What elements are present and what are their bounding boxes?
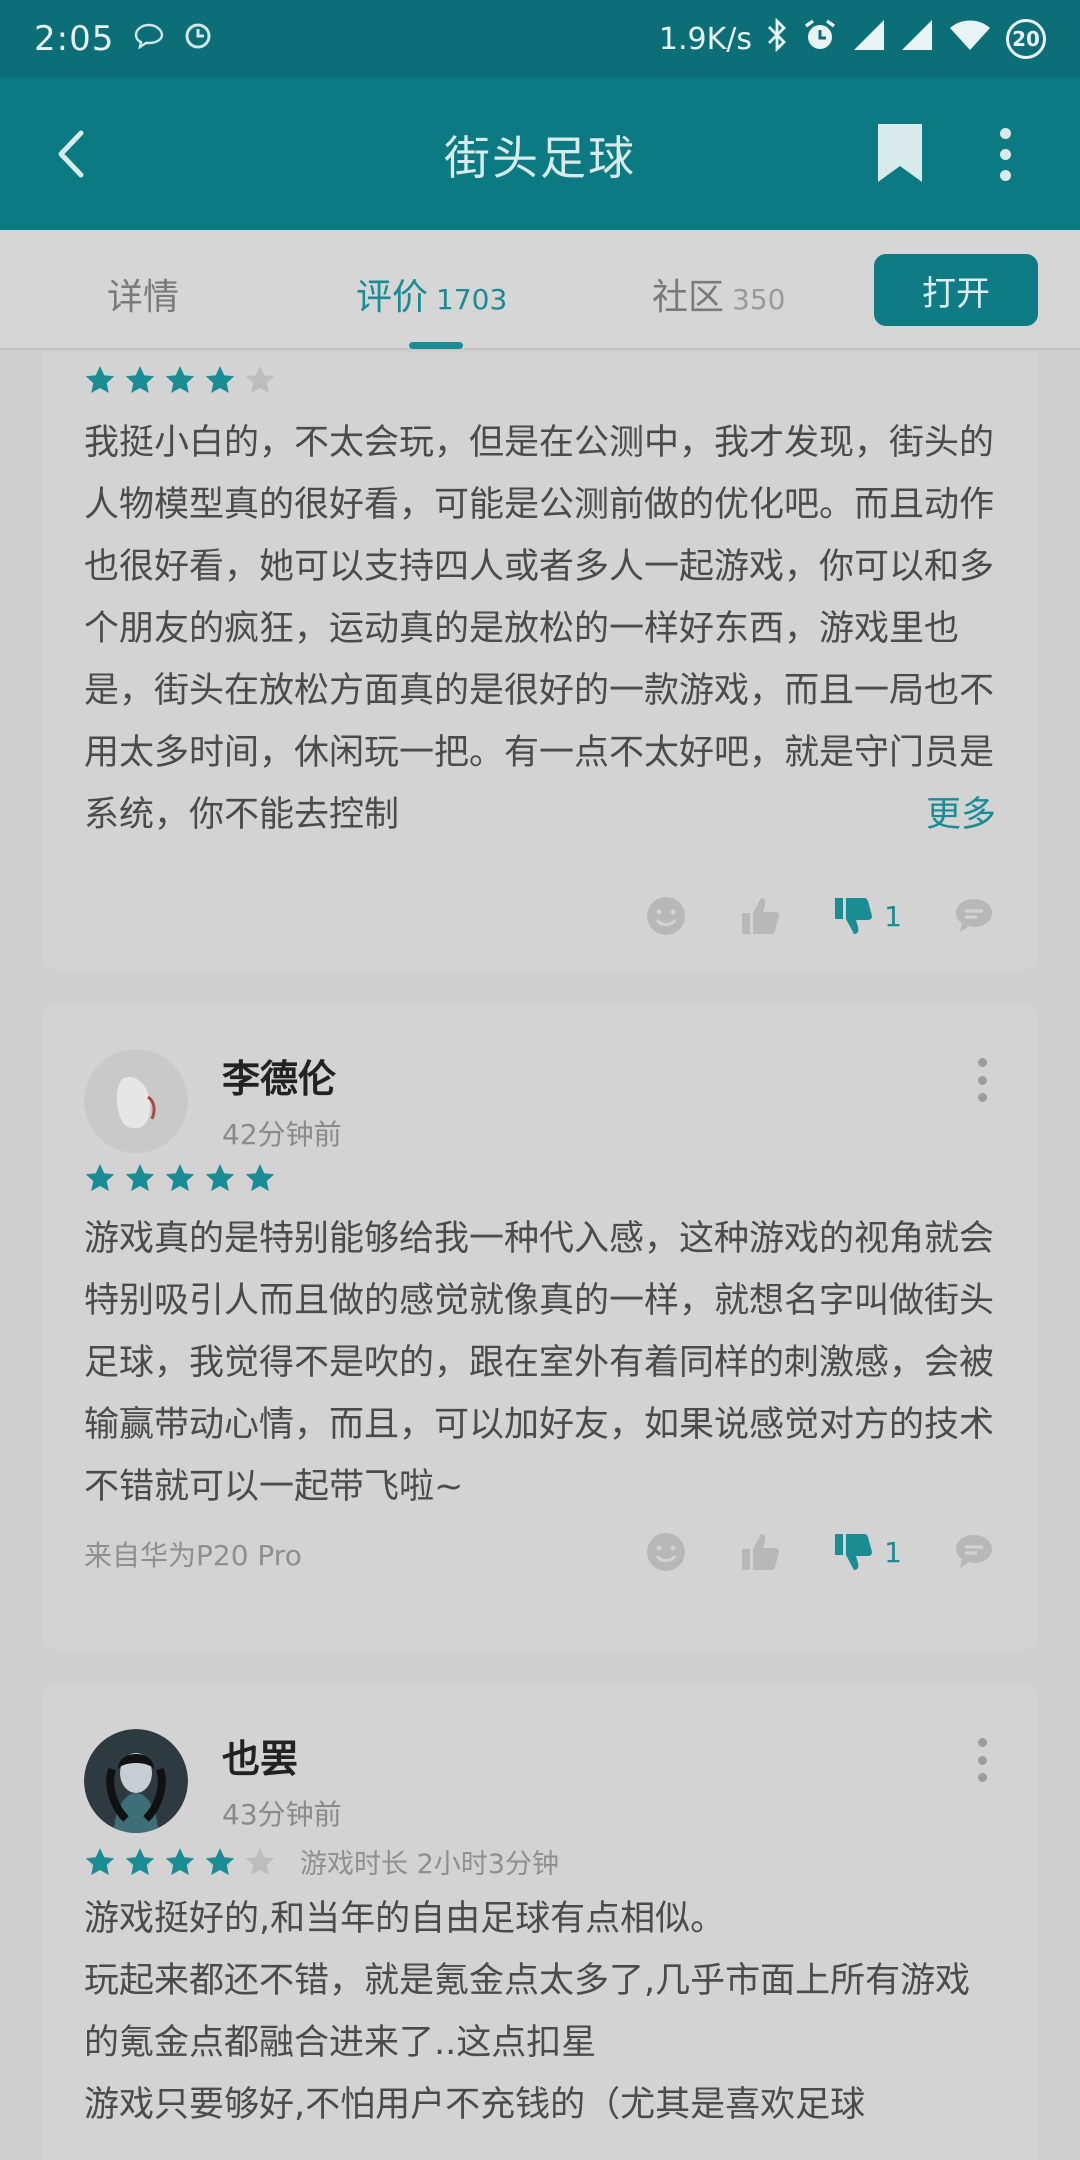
play-time: 游戏时长 2小时3分钟 — [300, 1849, 559, 1880]
emoji-reaction-icon[interactable] — [644, 894, 688, 938]
more-link[interactable]: 更多 — [835, 784, 996, 846]
tab-details[interactable]: 详情 — [107, 268, 179, 320]
rating-row: 游戏时长 2小时3分钟 — [84, 1842, 559, 1881]
star-filled-icon — [85, 1847, 115, 1875]
signal-icon — [852, 18, 886, 60]
tab-label: 详情 — [107, 277, 180, 318]
review-author[interactable]: 李德伦 42分钟前 — [84, 1048, 342, 1153]
star-filled-icon — [165, 1847, 195, 1875]
review-feed[interactable]: 我挺小白的，不太会玩，但是在公测中，我才发现，街头的人物模型真的很好看，可能是公… — [0, 352, 1080, 2160]
wifi-icon — [948, 18, 992, 60]
tab-community[interactable]: 社区 350 — [652, 268, 785, 320]
thumbs-down-button[interactable]: 1 — [832, 894, 902, 938]
review-card: 李德伦 42分钟前 游戏真的是特别能够给我一种代入感，这种游戏的视角就会特别吸引… — [42, 1004, 1038, 1650]
thumbs-down-icon — [835, 898, 873, 934]
star-empty-icon — [245, 1847, 275, 1875]
emoji-reaction-icon[interactable] — [644, 1530, 688, 1574]
review-actions: 1 — [594, 894, 996, 938]
review-card: 也罢 43分钟前 游戏时长 2小时3分钟 游戏挺好的,和当年的自由足球有点相似。… — [42, 1684, 1038, 2160]
avatar[interactable] — [84, 1728, 188, 1833]
star-empty-icon — [245, 366, 275, 393]
star-filled-icon — [85, 1164, 115, 1191]
dislike-count: 1 — [884, 1535, 902, 1569]
star-filled-icon — [205, 1847, 235, 1875]
author-name[interactable]: 也罢 — [222, 1728, 342, 1783]
review-body: 游戏真的是特别能够给我一种代入感，这种游戏的视角就会特别吸引人而且做的感觉就像真… — [84, 1219, 995, 1507]
thumbs-up-icon[interactable] — [738, 1530, 782, 1574]
network-speed: 1.9K/s — [658, 21, 752, 57]
battery-icon: 20 — [1006, 19, 1046, 59]
review-time: 43分钟前 — [222, 1798, 342, 1831]
tab-count: 350 — [732, 283, 786, 316]
alarm-icon — [802, 17, 838, 61]
thumbs-up-icon[interactable] — [738, 894, 782, 938]
tab-label: 评价 — [356, 277, 429, 318]
tab-reviews[interactable]: 评价 1703 — [356, 268, 507, 320]
star-rating — [84, 364, 276, 396]
comment-icon[interactable] — [952, 894, 996, 938]
more-options-icon[interactable] — [972, 1738, 992, 1782]
tab-label: 社区 — [652, 277, 725, 318]
bluetooth-icon — [766, 17, 788, 60]
review-line: 游戏只要够好,不怕用户不充钱的（尤其是喜欢足球 — [84, 2085, 866, 2125]
tab-indicator — [409, 342, 463, 349]
review-text: 游戏挺好的,和当年的自由足球有点相似。 玩起来都还不错，就是氪金点太多了,几乎市… — [84, 1888, 996, 2136]
tab-count: 1703 — [436, 283, 508, 316]
star-filled-icon — [205, 366, 235, 393]
review-line: 玩起来都还不错，就是氪金点太多了,几乎市面上所有游戏的氪金点都融合进来了..这点… — [84, 1961, 971, 2063]
more-vert-icon[interactable] — [990, 118, 1020, 190]
star-filled-icon — [125, 1847, 155, 1875]
star-filled-icon — [125, 1164, 155, 1191]
signal-icon — [900, 18, 934, 60]
more-label: 更多 — [925, 795, 996, 835]
review-author[interactable]: 也罢 43分钟前 — [84, 1728, 342, 1833]
star-filled-icon — [165, 366, 195, 393]
review-actions: 1 — [594, 1530, 996, 1574]
star-filled-icon — [125, 366, 155, 393]
star-rating — [84, 1162, 276, 1194]
author-name[interactable]: 李德伦 — [222, 1048, 342, 1103]
review-body: 我挺小白的，不太会玩，但是在公测中，我才发现，街头的人物模型真的很好看，可能是公… — [84, 423, 995, 835]
chat-bubble-icon — [134, 23, 164, 56]
review-time: 42分钟前 — [222, 1118, 342, 1151]
review-card: 我挺小白的，不太会玩，但是在公测中，我才发现，街头的人物模型真的很好看，可能是公… — [42, 352, 1038, 970]
thumbs-down-button[interactable]: 1 — [832, 1530, 902, 1574]
clock-icon — [184, 22, 212, 57]
review-text: 游戏真的是特别能够给我一种代入感，这种游戏的视角就会特别吸引人而且做的感觉就像真… — [84, 1208, 996, 1518]
star-filled-icon — [245, 1164, 275, 1191]
review-line: 游戏挺好的,和当年的自由足球有点相似。 — [84, 1899, 726, 1939]
bookmark-icon[interactable] — [874, 122, 926, 184]
open-button[interactable]: 打开 — [874, 254, 1038, 326]
thumbs-down-icon — [835, 1534, 873, 1570]
avatar[interactable] — [84, 1048, 188, 1153]
comment-icon[interactable] — [952, 1530, 996, 1574]
more-options-icon[interactable] — [972, 1058, 992, 1102]
review-text: 我挺小白的，不太会玩，但是在公测中，我才发现，街头的人物模型真的很好看，可能是公… — [84, 412, 996, 846]
status-time: 2:05 — [34, 19, 115, 59]
device-label: 来自华为P20 Pro — [84, 1539, 302, 1572]
star-filled-icon — [85, 366, 115, 393]
tab-bar: 详情 评价 1703 社区 350 打开 — [0, 230, 1080, 350]
star-rating — [84, 1846, 276, 1878]
dislike-count: 1 — [884, 899, 902, 933]
star-filled-icon — [165, 1164, 195, 1191]
star-filled-icon — [205, 1164, 235, 1191]
status-bar: 2:05 1.9K/s 20 — [0, 0, 1080, 78]
app-bar: 街头足球 — [0, 78, 1080, 230]
